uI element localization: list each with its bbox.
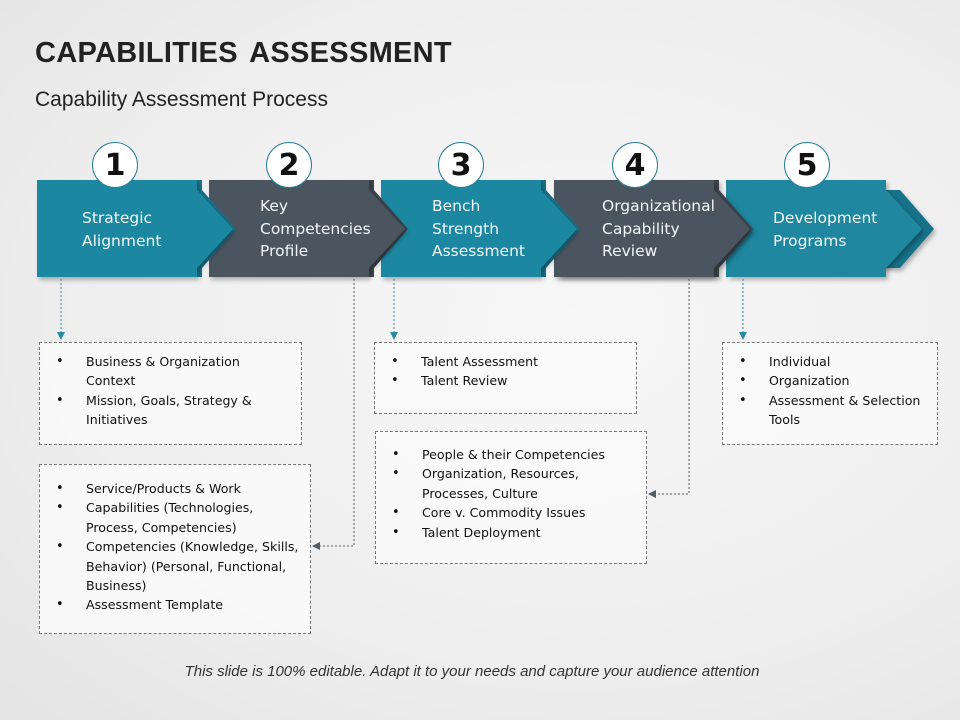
- details-box-bench-strength: Talent Assessment Talent Review: [374, 342, 637, 414]
- bullet-item: Talent Review: [389, 371, 628, 391]
- bullet-item: Assessment & Selection Tools: [737, 391, 929, 430]
- step-number-4: 4: [612, 142, 658, 188]
- bullet-item: People & their Competencies: [390, 445, 638, 465]
- connector-step-2: [312, 279, 355, 550]
- bullet-item: Capabilities (Technologies, Process, Com…: [54, 498, 302, 537]
- footer-note: This slide is 100% editable. Adapt it to…: [184, 663, 760, 680]
- details-box-key-competencies: Service/Products & Work Capabilities (Te…: [39, 464, 311, 634]
- bullet-item: Business & Organization Context: [54, 352, 293, 391]
- bullet-item: Organization, Resources, Processes, Cult…: [390, 464, 638, 503]
- details-box-strategic-alignment: Business & Organization Context Mission,…: [39, 342, 302, 445]
- details-box-development-programs: Individual Organization Assessment & Sel…: [722, 342, 938, 445]
- step-label-bench-strength: Bench Strength Assessment: [432, 197, 525, 260]
- bullet-item: Organization: [737, 371, 929, 391]
- step-number-1: 1: [92, 142, 138, 188]
- details-box-org-capability: People & their Competencies Organization…: [375, 431, 647, 564]
- step-number-5: 5: [784, 142, 830, 188]
- step-number-3: 3: [438, 142, 484, 188]
- bullet-item: Mission, Goals, Strategy & Initiatives: [54, 391, 293, 430]
- bullet-item: Service/Products & Work: [54, 479, 302, 499]
- step-label-key-competencies: Key Competencies Profile: [260, 197, 371, 260]
- bullet-item: Talent Assessment: [389, 352, 628, 372]
- bullet-item: Core v. Commodity Issues: [390, 503, 638, 523]
- bullet-item: Individual: [737, 352, 929, 372]
- step-label-strategic-alignment: Strategic Alignment: [82, 209, 162, 250]
- step-number-2: 2: [266, 142, 312, 188]
- bullet-item: Competencies (Knowledge, Skills, Behavio…: [54, 537, 302, 595]
- bullet-item: Assessment Template: [54, 595, 302, 615]
- step-label-development-programs: Development Programs: [773, 209, 878, 250]
- connector-step-4: [648, 279, 690, 498]
- step-label-org-capability: Organizational Capability Review: [602, 197, 715, 260]
- bullet-item: Talent Deployment: [390, 523, 638, 543]
